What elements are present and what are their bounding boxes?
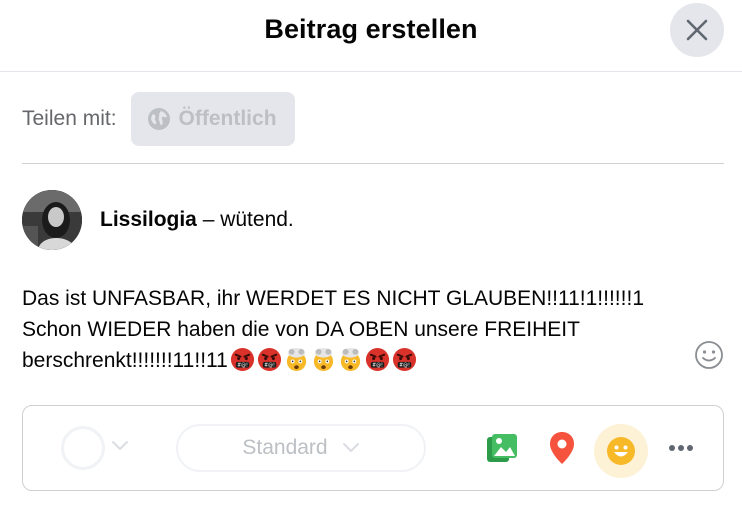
smiley-outline-icon <box>695 341 723 369</box>
emoji-picker-button[interactable] <box>694 340 724 370</box>
svg-text:#@!: #@! <box>264 363 275 369</box>
divider <box>22 163 724 164</box>
feeling-button[interactable] <box>594 424 648 478</box>
exploding-head-icon <box>282 347 309 372</box>
more-options-icon[interactable] <box>668 444 694 452</box>
author-row: Lissilogia – wütend. <box>22 190 294 250</box>
share-row: Teilen mit: Öffentlich <box>22 92 295 146</box>
angry-face-icon: #@! <box>363 347 390 372</box>
close-button[interactable] <box>670 3 724 57</box>
location-pin-icon[interactable] <box>549 431 575 465</box>
audience-button[interactable]: Öffentlich <box>130 92 295 146</box>
author-line: Lissilogia – wütend. <box>100 208 294 232</box>
post-style-select[interactable]: Standard <box>176 424 426 472</box>
avatar-selector[interactable] <box>61 426 105 470</box>
author-status: – wütend. <box>196 208 294 231</box>
chevron-down-icon <box>342 443 359 453</box>
smiley-icon <box>607 437 635 465</box>
chevron-down-icon[interactable] <box>111 440 129 452</box>
post-toolbar: Standard <box>22 405 724 491</box>
share-label: Teilen mit: <box>22 107 117 130</box>
avatar[interactable] <box>22 190 82 250</box>
photo-icon[interactable] <box>486 432 518 464</box>
post-text[interactable]: Das ist UNFASBAR, ihr WERDET ES NICHT GL… <box>22 283 702 376</box>
dialog-title: Beitrag erstellen <box>264 14 478 44</box>
exploding-head-icon <box>336 347 363 372</box>
post-emojis: #@! #@! #@! #@! <box>228 347 417 372</box>
angry-face-icon: #@! <box>228 347 255 372</box>
close-icon <box>686 19 708 41</box>
angry-face-icon: #@! <box>255 347 282 372</box>
svg-text:#@!: #@! <box>237 363 248 369</box>
post-style-label: Standard <box>242 436 328 459</box>
dialog-header: Beitrag erstellen <box>0 0 742 72</box>
exploding-head-icon <box>309 347 336 372</box>
author-name[interactable]: Lissilogia <box>100 208 197 231</box>
globe-icon <box>147 108 170 130</box>
svg-text:#@!: #@! <box>399 363 410 369</box>
angry-face-icon: #@! <box>390 347 417 372</box>
svg-text:#@!: #@! <box>372 363 383 369</box>
audience-label: Öffentlich <box>178 107 277 130</box>
